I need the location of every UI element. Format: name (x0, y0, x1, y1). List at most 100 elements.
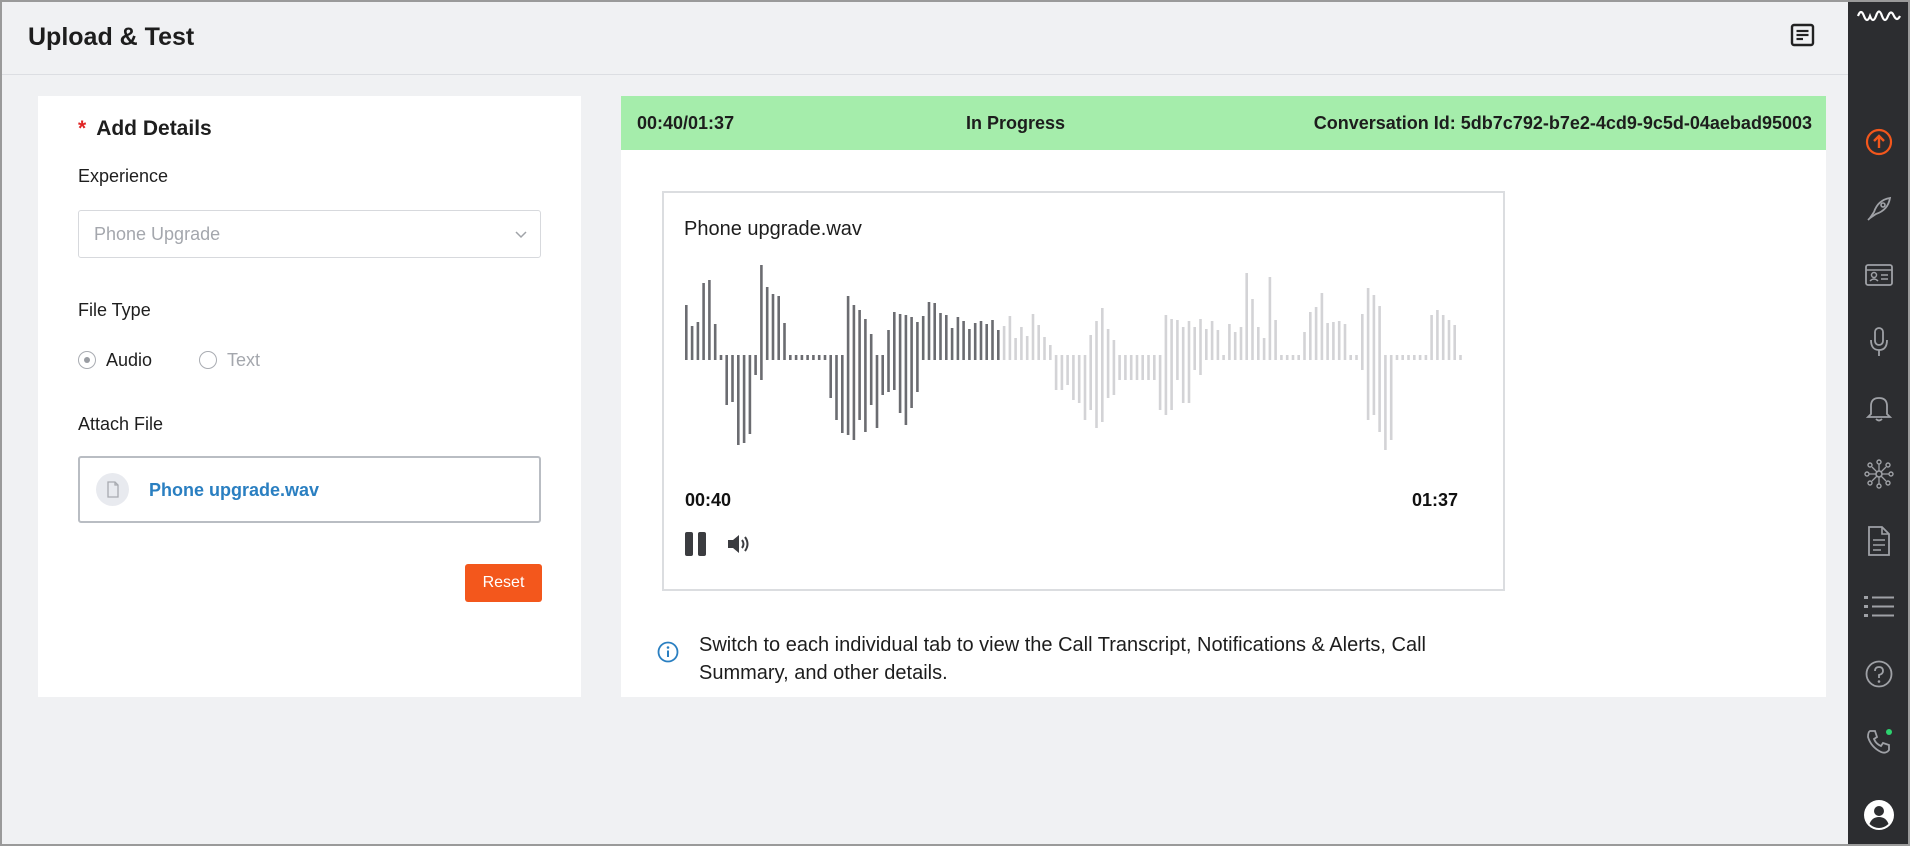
waveform-bar (1332, 322, 1335, 360)
waveform-bar (1014, 338, 1017, 360)
experience-select[interactable]: Phone Upgrade (78, 210, 541, 258)
section-title: * Add Details (78, 117, 212, 141)
waveform-bar (823, 355, 827, 360)
waveform-bar (742, 355, 746, 443)
waveform-bar (1309, 312, 1312, 360)
elapsed-time: 00:40/01:37 (637, 113, 735, 133)
waveform-bar (1089, 335, 1092, 410)
waveform-bar (852, 305, 856, 440)
waveform-bar (1326, 323, 1329, 360)
waveform-bar (1337, 321, 1341, 360)
volume-icon[interactable] (726, 531, 752, 562)
waveform-bar (1135, 355, 1139, 380)
waveform-bar (1153, 355, 1156, 380)
waveform-bar (1436, 310, 1439, 360)
user-icon[interactable] (1848, 795, 1910, 835)
waveform-bar (1205, 329, 1208, 360)
waveform-bar (1170, 319, 1173, 410)
duration-time: 01:37 (1412, 490, 1459, 510)
waveform-bar (685, 305, 688, 360)
waveform-bar (1349, 355, 1352, 360)
document-icon[interactable] (1848, 521, 1910, 561)
waveform-bar (1031, 314, 1035, 360)
list-icon[interactable] (1848, 587, 1910, 627)
waveform-bar (1389, 355, 1393, 440)
waveform-bar (881, 355, 884, 395)
waveform-bar (1129, 355, 1133, 380)
waveform-bar (725, 355, 728, 405)
info-text: Switch to each individual tab to view th… (699, 634, 1426, 684)
pause-icon[interactable] (684, 531, 708, 562)
waveform-bar (1181, 327, 1185, 403)
chevron-down-icon (514, 227, 528, 246)
waveform-bar (1037, 325, 1040, 360)
waveform-bar (1043, 337, 1046, 360)
attached-file-name[interactable]: Phone upgrade.wav (149, 480, 319, 501)
waveform-bar (1118, 355, 1121, 380)
waveform-bar (1274, 320, 1277, 360)
current-time: 00:40 (685, 490, 732, 510)
waveform-bar (765, 287, 769, 360)
waveform-bar (1413, 355, 1416, 360)
contact-card-icon[interactable] (1848, 255, 1910, 295)
waveform-bar (783, 323, 786, 360)
status-text: In Progress (966, 113, 1066, 133)
info-icon (657, 641, 679, 668)
waveform-bar (1141, 355, 1144, 380)
phone-icon[interactable] (1848, 722, 1910, 762)
waveform-bar (985, 324, 988, 360)
conversation-id: Conversation Id: 5db7c792-b7e2-4cd9-9c5d… (1313, 113, 1812, 133)
waveform-bar (1280, 355, 1283, 360)
waveform-bar (829, 355, 832, 398)
help-icon[interactable] (1848, 654, 1910, 694)
waveform-bar (771, 294, 775, 360)
waveform-bar (817, 355, 821, 360)
waveform-bar (696, 322, 700, 360)
waveform-bar (800, 355, 804, 360)
waveform-bar (731, 355, 734, 402)
waveform-bar (921, 316, 925, 360)
radio-text[interactable] (199, 351, 218, 369)
add-details-card: * Add Details Experience Phone Upgrade Fi… (38, 96, 581, 697)
waveform-bar (708, 280, 711, 360)
section-title-text: Add Details (96, 117, 212, 140)
waveform-bar (973, 323, 977, 360)
waveform-bar (1049, 345, 1052, 360)
waveform-bar (1430, 315, 1433, 360)
waveform-bar (1459, 355, 1462, 360)
upload-icon[interactable] (1848, 122, 1910, 162)
waveform-bar (858, 310, 861, 420)
waveform-bar (1106, 329, 1110, 398)
network-icon[interactable] (1848, 454, 1910, 494)
waveform-bar (1407, 355, 1410, 360)
waveform-bar (754, 355, 757, 375)
audio-player: Phone upgrade.wav 00:40 01:37 (662, 191, 1505, 591)
waveform-bar (997, 330, 1000, 360)
waveform-bar (812, 355, 815, 360)
waveform-bar (748, 355, 752, 434)
waveform-logo-icon[interactable] (1848, 0, 1910, 32)
waveform-bar (737, 355, 740, 445)
waveform-bar (1372, 295, 1376, 415)
waveform-bar (1147, 355, 1150, 380)
waveform-bar (1378, 306, 1381, 432)
page-title: Upload & Test (28, 23, 195, 51)
microphone-icon[interactable] (1848, 322, 1910, 362)
required-mark: * (78, 117, 87, 140)
reset-button[interactable]: Reset (465, 564, 542, 602)
waveform-bar (927, 302, 931, 360)
waveform-bar (933, 303, 936, 360)
attach-file-box[interactable]: Phone upgrade.wav (78, 456, 541, 523)
waveform[interactable] (685, 263, 1465, 458)
radio-audio[interactable] (78, 351, 96, 369)
waveform-bar (1077, 355, 1081, 403)
right-sidebar (1848, 0, 1910, 846)
waveform-bar (910, 317, 913, 408)
waveform-bar (1054, 355, 1058, 390)
rocket-icon[interactable] (1848, 189, 1910, 229)
notes-icon[interactable] (1790, 22, 1816, 48)
waveform-bar (1251, 299, 1254, 360)
audio-file-title: Phone upgrade.wav (684, 218, 862, 240)
waveform-bar (1395, 355, 1399, 360)
bell-icon[interactable] (1848, 388, 1910, 428)
